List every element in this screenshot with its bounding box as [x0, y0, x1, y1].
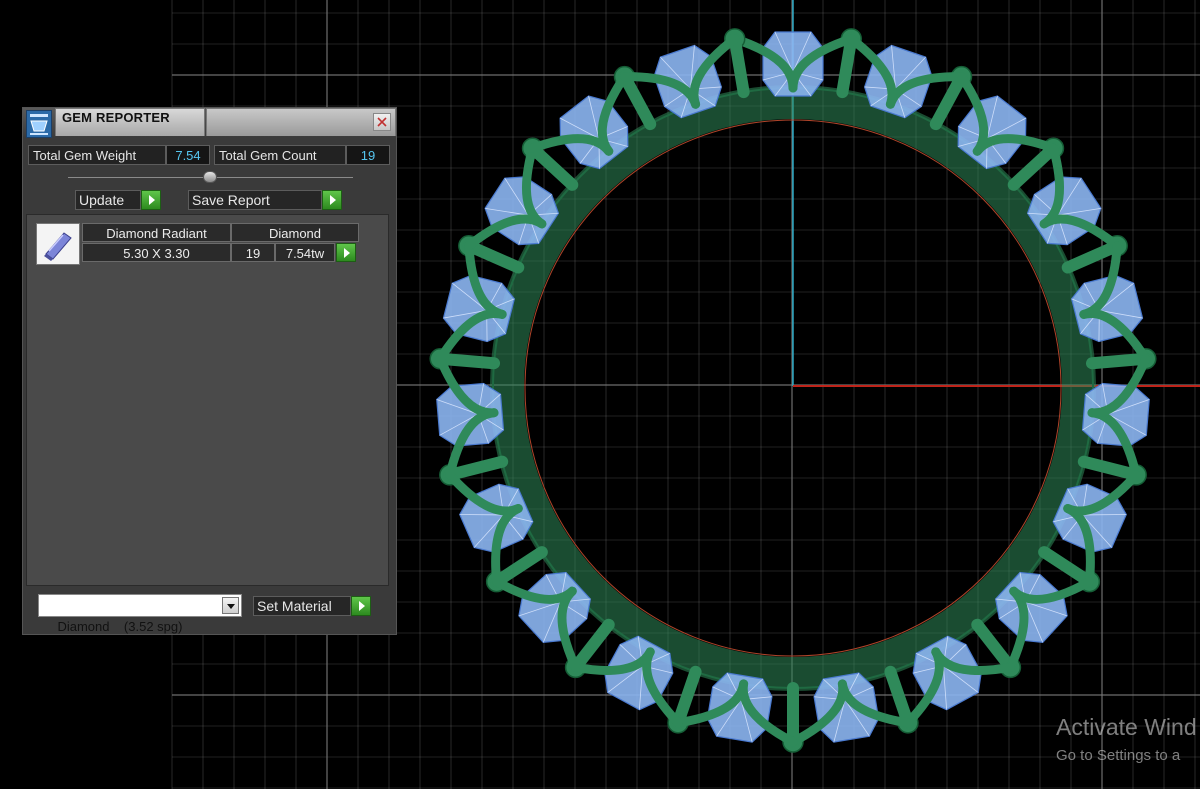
gem-reporter-panel: GEM REPORTER Total Gem Weight 7.54 Total…	[22, 107, 397, 635]
prong-bar	[569, 618, 615, 674]
prong-bar	[1007, 142, 1060, 191]
close-icon	[377, 117, 387, 127]
prong-bar	[434, 352, 501, 370]
prong-bar	[672, 665, 702, 729]
prong-bar	[929, 70, 968, 131]
gem-weight-cell: 7.54tw	[275, 243, 335, 262]
prong-bar	[1085, 352, 1152, 370]
prong-bar	[526, 142, 579, 191]
save-report-go-button[interactable]	[322, 190, 342, 210]
panel-titlebar[interactable]: GEM REPORTER	[23, 108, 396, 138]
update-button[interactable]: Update	[75, 190, 141, 210]
prong-bar	[1077, 455, 1143, 481]
prong-bar	[836, 32, 858, 99]
prong-bar	[490, 546, 548, 588]
prong-bar	[1061, 239, 1124, 274]
panel-title: GEM REPORTER	[55, 108, 205, 136]
titlebar-fill	[206, 108, 396, 136]
material-select[interactable]: Diamond (3.52 spg)	[38, 594, 242, 634]
slider-thumb[interactable]	[203, 171, 217, 183]
prong-bar	[728, 32, 750, 99]
prong-bar	[884, 665, 914, 729]
gem-material-cell: Diamond	[231, 223, 359, 242]
prong-bar	[443, 455, 509, 481]
prong-bar	[462, 239, 525, 274]
prong-bar	[1038, 546, 1096, 588]
dropdown-arrow-icon[interactable]	[222, 597, 239, 614]
app-icon	[26, 110, 52, 138]
gem-size-cell: 5.30 X 3.30	[82, 243, 231, 262]
total-gem-count-value: 19	[346, 145, 390, 165]
gem-list: Diamond Radiant Diamond 5.30 X 3.30 19 7…	[26, 214, 389, 586]
update-go-button[interactable]	[141, 190, 161, 210]
watermark-subtitle: Go to Settings to a	[1056, 747, 1181, 764]
activation-watermark: Activate Wind Go to Settings to a	[1056, 714, 1197, 764]
total-gem-count-label: Total Gem Count	[214, 145, 346, 165]
total-gem-weight-label: Total Gem Weight	[28, 145, 166, 165]
gem-thumbnail-icon[interactable]	[36, 223, 80, 265]
gem-count-cell: 19	[231, 243, 275, 262]
set-material-go-button[interactable]	[351, 596, 371, 616]
prong-bar	[618, 70, 657, 131]
gem-shape-cell: Diamond Radiant	[82, 223, 231, 242]
close-button[interactable]	[373, 113, 391, 131]
watermark-title: Activate Wind	[1056, 714, 1197, 740]
total-gem-weight-value: 7.54	[166, 145, 210, 165]
set-material-button[interactable]: Set Material	[253, 596, 351, 616]
gem-row-go-button[interactable]	[336, 243, 356, 262]
save-report-button[interactable]: Save Report	[188, 190, 322, 210]
prong-bar	[971, 618, 1017, 674]
material-select-value: Diamond (3.52 spg)	[57, 619, 183, 634]
